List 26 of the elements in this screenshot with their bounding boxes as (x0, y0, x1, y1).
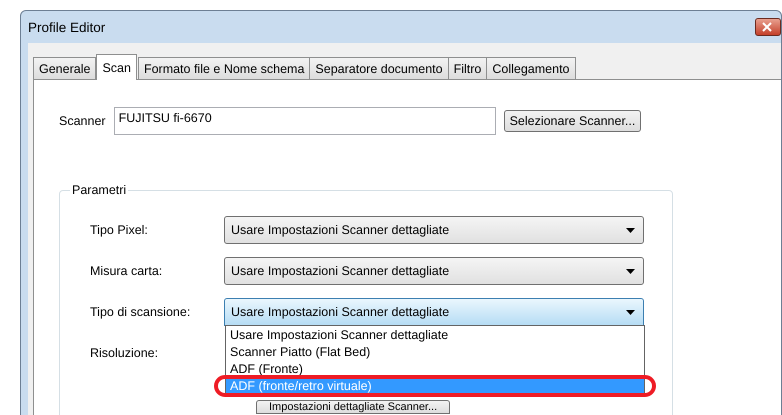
select-scanner-button[interactable]: Selezionare Scanner... (504, 110, 642, 132)
field-label: Scanner (59, 114, 106, 128)
tab[interactable]: Scan (96, 54, 137, 80)
tab[interactable]: Collegamento (486, 57, 576, 79)
field-label: Risoluzione: (90, 346, 160, 360)
tab[interactable]: Generale (33, 57, 96, 79)
tab[interactable]: Filtro (448, 57, 488, 79)
caret-icon (626, 268, 635, 274)
close-icon (762, 22, 772, 32)
field-label: Tipo Pixel: (90, 223, 149, 237)
dropdown[interactable]: Usare Impostazioni Scanner dettagliate (224, 257, 644, 285)
window-title: Profile Editor (28, 20, 106, 34)
dropdown-option[interactable]: Usare Impostazioni Scanner dettagliate (226, 327, 644, 344)
tab[interactable]: Separatore documento (309, 57, 449, 79)
dropdown-option[interactable]: Scanner Piatto (Flat Bed) (226, 344, 644, 361)
group-title: Parametri (71, 183, 128, 197)
tab[interactable]: Formato file e Nome schema (138, 57, 310, 79)
caret-icon (626, 310, 635, 314)
dropdown[interactable]: Usare Impostazioni Scanner dettagliate (224, 216, 644, 244)
field-label: Tipo di scansione: (90, 305, 192, 319)
dropdown-option[interactable]: ADF (Fronte) (226, 361, 644, 378)
field-label: Misura carta: (90, 264, 164, 278)
detail-settings-button[interactable]: Impostazioni dettagliate Scanner... (256, 400, 450, 414)
caret-icon (626, 228, 635, 232)
close-button[interactable] (755, 18, 781, 36)
scanner-field[interactable]: FUJITSU fi-6670 (114, 107, 496, 135)
